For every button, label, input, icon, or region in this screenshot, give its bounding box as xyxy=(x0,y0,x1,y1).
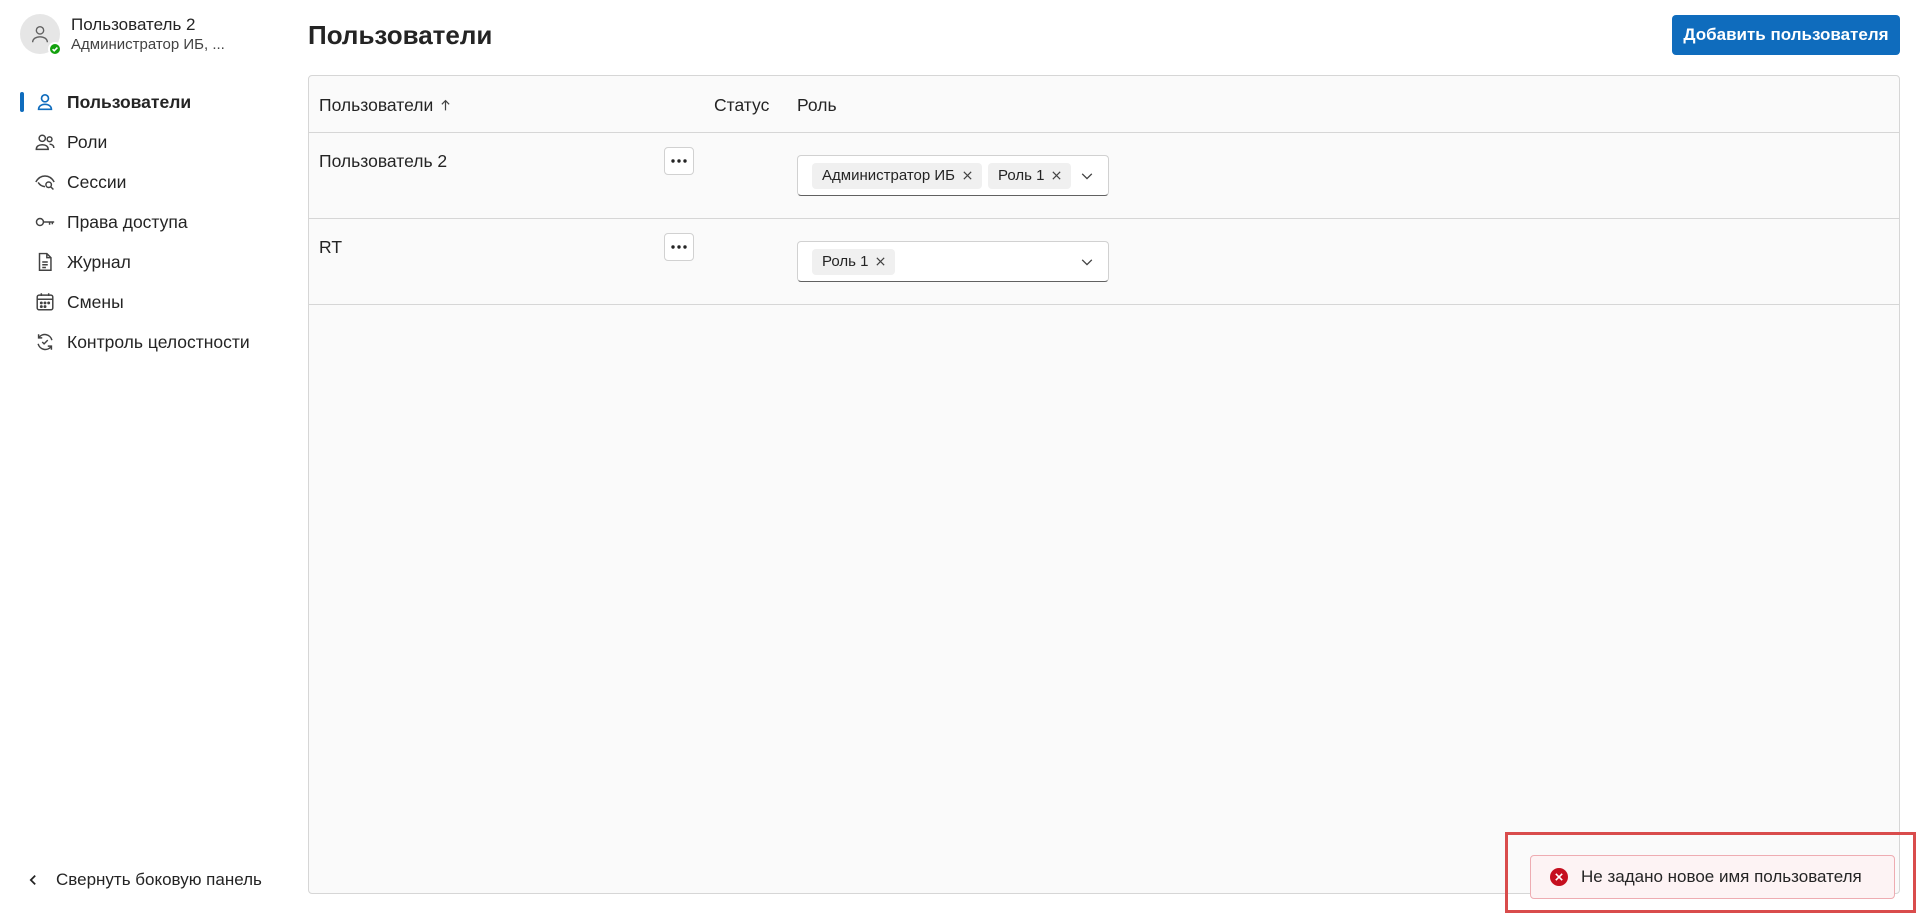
remove-role-button[interactable] xyxy=(1051,170,1063,182)
sidebar: Пользователь 2 Администратор ИБ, ... Пол… xyxy=(0,0,300,919)
sidebar-item-sessions[interactable]: Сессии xyxy=(0,162,300,202)
toast-message: Не задано новое имя пользователя xyxy=(1581,867,1862,886)
add-user-button[interactable]: Добавить пользователя xyxy=(1672,15,1900,55)
sidebar-item-label: Смены xyxy=(67,291,124,312)
table-row[interactable]: Пользователь 2 Администратор ИБ Роль 1 xyxy=(309,133,1899,219)
user-card[interactable]: Пользователь 2 Администратор ИБ, ... xyxy=(20,14,225,56)
sidebar-item-journal[interactable]: Журнал xyxy=(0,242,300,282)
dismiss-icon xyxy=(876,257,886,266)
user-name: Пользователь 2 xyxy=(71,15,196,34)
collapse-sidebar-label: Свернуть боковую панель xyxy=(56,870,262,889)
avatar xyxy=(20,14,62,56)
user-name-cell: Пользователь 2 xyxy=(319,151,448,171)
collapse-sidebar-button[interactable]: Свернуть боковую панель xyxy=(26,868,262,892)
sidebar-item-integrity[interactable]: Контроль целостности xyxy=(0,322,300,362)
calendar-icon xyxy=(33,290,57,314)
page-title: Пользователи xyxy=(308,20,493,50)
dismiss-icon xyxy=(963,171,972,180)
sidebar-item-label: Журнал xyxy=(67,251,131,272)
sidebar-nav: Пользователи Роли Сессии Права доступа Ж… xyxy=(0,82,300,362)
users-table: Пользователи Статус Роль Пользователь 2 xyxy=(308,75,1900,894)
role-combobox[interactable]: Роль 1 xyxy=(797,241,1109,282)
sidebar-item-shifts[interactable]: Смены xyxy=(0,282,300,322)
more-actions-button[interactable] xyxy=(664,233,694,261)
sidebar-item-label: Контроль целостности xyxy=(67,331,250,352)
sidebar-item-label: Права доступа xyxy=(67,211,188,232)
chevron-down-icon[interactable] xyxy=(1080,255,1094,269)
more-actions-button[interactable] xyxy=(664,147,694,175)
chevron-left-icon xyxy=(29,875,36,885)
app-window: Пользователь 2 Администратор ИБ, ... Пол… xyxy=(0,0,1920,919)
sidebar-item-roles[interactable]: Роли xyxy=(0,122,300,162)
person-icon xyxy=(31,25,49,43)
column-header-label: Статус xyxy=(714,95,770,115)
column-header-users[interactable]: Пользователи xyxy=(319,95,452,116)
sidebar-item-access-rights[interactable]: Права доступа xyxy=(0,202,300,242)
remove-role-button[interactable] xyxy=(962,170,974,182)
user-name-cell: RT xyxy=(319,237,343,257)
error-circle-icon xyxy=(1549,867,1569,887)
role-tag-label: Администратор ИБ xyxy=(822,167,956,184)
dismiss-icon xyxy=(1052,171,1062,180)
role-combobox[interactable]: Администратор ИБ Роль 1 xyxy=(797,155,1109,196)
sync-check-icon xyxy=(33,330,57,354)
presence-available-icon xyxy=(48,42,62,56)
role-tag-label: Роль 1 xyxy=(998,167,1045,184)
role-tag: Администратор ИБ xyxy=(812,162,983,189)
role-tag-label: Роль 1 xyxy=(822,253,869,270)
chevron-down-icon[interactable] xyxy=(1080,169,1094,183)
table-header: Пользователи Статус Роль xyxy=(309,76,1899,133)
column-header-label: Пользователи xyxy=(319,95,434,115)
role-tag: Роль 1 xyxy=(812,248,896,275)
people-icon xyxy=(33,130,57,154)
sidebar-item-label: Роли xyxy=(67,131,108,152)
sort-ascending-icon xyxy=(441,99,450,111)
person-icon xyxy=(33,90,57,114)
remove-role-button[interactable] xyxy=(875,256,887,268)
sidebar-item-label: Пользователи xyxy=(67,91,192,112)
document-icon xyxy=(33,250,57,274)
column-header-role[interactable]: Роль xyxy=(797,95,837,116)
table-row[interactable]: RT Роль 1 xyxy=(309,219,1899,305)
column-header-label: Роль xyxy=(797,95,837,115)
column-header-status[interactable]: Статус xyxy=(714,95,769,116)
sidebar-item-users[interactable]: Пользователи xyxy=(0,82,300,122)
role-tag: Роль 1 xyxy=(988,162,1072,189)
more-horizontal-icon xyxy=(671,159,687,163)
key-icon xyxy=(33,210,57,234)
error-toast[interactable]: Не задано новое имя пользователя xyxy=(1530,855,1895,899)
eye-search-icon xyxy=(33,170,57,194)
more-horizontal-icon xyxy=(671,245,687,249)
sidebar-item-label: Сессии xyxy=(67,171,127,192)
user-role: Администратор ИБ, ... xyxy=(71,36,225,53)
